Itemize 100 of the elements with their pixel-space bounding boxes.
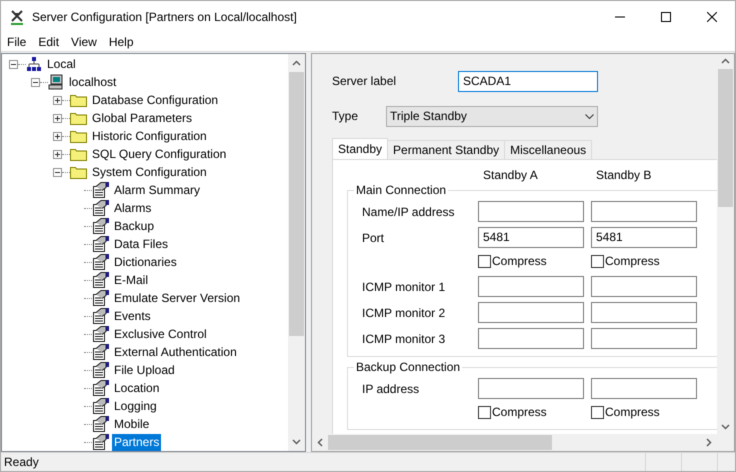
tree-item[interactable]: Emulate Server Version xyxy=(112,290,242,306)
settings-page-icon xyxy=(92,290,109,306)
group-title: Backup Connection xyxy=(354,360,462,374)
window-title: Server Configuration [Partners on Local/localhost] xyxy=(32,8,297,26)
field-label: Type xyxy=(332,108,360,125)
settings-page-icon xyxy=(92,344,109,360)
field-label: ICMP monitor 3 xyxy=(361,330,446,348)
settings-page-icon xyxy=(92,254,109,270)
field-label: IP address xyxy=(361,380,420,398)
scroll-up-icon[interactable] xyxy=(721,58,730,64)
tree-item[interactable]: localhost xyxy=(67,74,118,90)
text-field[interactable] xyxy=(591,378,697,399)
expand-icon[interactable] xyxy=(53,114,62,122)
settings-page-icon xyxy=(92,380,109,396)
folder-icon xyxy=(70,165,87,179)
text-field[interactable] xyxy=(478,302,584,323)
status-text: Ready xyxy=(3,454,40,471)
tree-item[interactable]: Mobile xyxy=(112,416,152,432)
tree-item[interactable]: Historic Configuration xyxy=(90,128,209,144)
text-field[interactable] xyxy=(478,276,584,297)
checkbox[interactable] xyxy=(478,406,491,418)
tree-item[interactable]: Events xyxy=(112,308,153,324)
text-field[interactable] xyxy=(591,201,697,222)
settings-page-icon xyxy=(92,182,109,198)
settings-page-icon xyxy=(92,362,109,378)
tab[interactable]: Miscellaneous xyxy=(504,140,592,159)
tab[interactable]: Standby xyxy=(332,138,388,159)
checkbox[interactable] xyxy=(591,254,604,268)
chevron-down-icon xyxy=(585,114,594,118)
tree-item[interactable]: File Upload xyxy=(112,362,177,378)
collapse-icon[interactable] xyxy=(9,60,18,68)
tree-item[interactable]: Local xyxy=(45,56,78,72)
tree-item[interactable]: Partners xyxy=(112,434,162,450)
vertical-scrollbar[interactable] xyxy=(288,54,305,451)
expand-icon[interactable] xyxy=(53,132,62,140)
settings-page-icon xyxy=(92,218,109,234)
maximize-icon xyxy=(661,12,671,22)
collapse-icon[interactable] xyxy=(53,168,62,176)
tree-item[interactable]: Dictionaries xyxy=(112,254,179,270)
scrollbar-thumb[interactable] xyxy=(289,72,304,336)
scroll-left-icon[interactable] xyxy=(317,438,323,447)
tree-item[interactable]: Exclusive Control xyxy=(112,326,209,342)
scroll-down-icon[interactable] xyxy=(292,439,301,445)
text-field[interactable] xyxy=(591,276,697,297)
tree-item[interactable]: Location xyxy=(112,380,162,396)
settings-page-icon xyxy=(92,308,109,324)
text-field[interactable] xyxy=(478,328,584,349)
checkbox-label: Compress xyxy=(492,253,547,270)
tree-item[interactable]: Alarm Summary xyxy=(112,182,202,198)
menu-item[interactable]: View xyxy=(65,32,103,52)
field-label: ICMP monitor 2 xyxy=(361,304,446,322)
column-header: Standby B xyxy=(596,167,652,182)
menu-item[interactable]: File xyxy=(1,32,32,52)
text-field[interactable] xyxy=(478,201,584,222)
settings-page-icon xyxy=(92,236,109,252)
scroll-right-icon[interactable] xyxy=(706,438,712,447)
tree-item[interactable]: SQL Query Configuration xyxy=(90,146,228,162)
expand-icon[interactable] xyxy=(53,150,62,158)
menu-item[interactable]: Edit xyxy=(32,32,66,52)
server-label-field[interactable]: SCADA1 xyxy=(458,70,598,92)
text-field[interactable] xyxy=(591,328,697,349)
type-dropdown[interactable]: Triple Standby xyxy=(386,106,598,126)
network-icon xyxy=(26,56,42,72)
folder-icon xyxy=(70,93,87,107)
field-label: Name/IP address xyxy=(361,204,456,220)
tree-item[interactable]: System Configuration xyxy=(90,164,209,180)
scrollbar-thumb[interactable] xyxy=(328,435,552,450)
folder-icon xyxy=(70,147,87,161)
checkbox[interactable] xyxy=(478,254,491,268)
column-header: Standby A xyxy=(483,167,539,182)
text-field[interactable]: 5481 xyxy=(591,227,697,248)
collapse-icon[interactable] xyxy=(31,78,40,86)
tree-item[interactable]: External Authentication xyxy=(112,344,239,360)
tree-item[interactable]: Alarms xyxy=(112,200,154,216)
settings-page-icon xyxy=(92,272,109,288)
tree-item[interactable]: Data Files xyxy=(112,236,170,252)
tree-item[interactable]: E-Mail xyxy=(112,272,150,288)
expand-icon[interactable] xyxy=(53,96,62,104)
tree-item[interactable]: Backup xyxy=(112,218,156,234)
scroll-down-icon[interactable] xyxy=(721,424,730,430)
scrollbar-thumb[interactable] xyxy=(718,69,733,207)
menu-item[interactable]: Help xyxy=(102,32,140,52)
field-label: Server label xyxy=(332,73,398,90)
folder-icon xyxy=(70,111,87,125)
checkbox-label: Compress xyxy=(605,404,660,421)
settings-page-icon xyxy=(92,200,109,216)
checkbox[interactable] xyxy=(591,406,604,418)
tab[interactable]: Permanent Standby xyxy=(387,140,506,159)
text-field[interactable] xyxy=(478,378,584,399)
text-field[interactable] xyxy=(591,302,697,323)
tree-item[interactable]: Global Parameters xyxy=(90,110,194,126)
checkbox-label: Compress xyxy=(492,404,547,421)
folder-icon xyxy=(70,129,87,143)
scroll-up-icon[interactable] xyxy=(292,60,301,66)
field-label: Port xyxy=(361,230,386,246)
computer-icon xyxy=(48,74,64,90)
text-field[interactable]: 5481 xyxy=(478,227,584,248)
group-title: Main Connection xyxy=(354,183,448,197)
tree-item[interactable]: Database Configuration xyxy=(90,92,220,108)
tree-item[interactable]: Logging xyxy=(112,398,159,414)
